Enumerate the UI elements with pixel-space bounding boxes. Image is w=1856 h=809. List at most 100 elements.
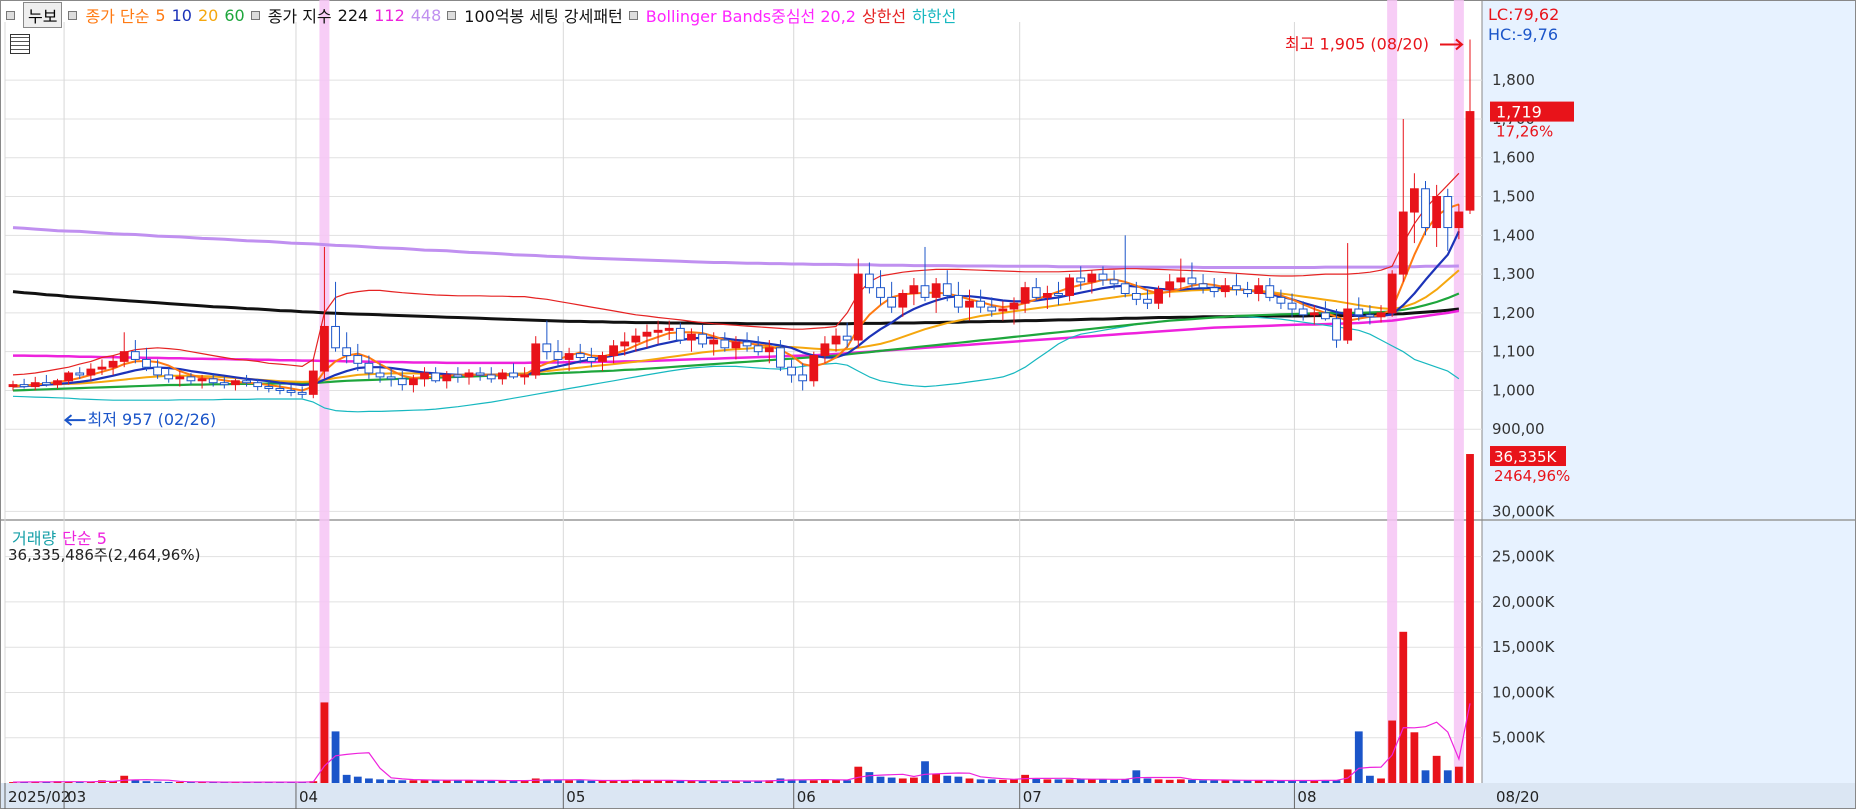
candle-body bbox=[898, 292, 908, 308]
candle-body bbox=[130, 351, 140, 360]
candle-body bbox=[653, 329, 663, 333]
candle-body bbox=[8, 384, 18, 388]
volume-bar bbox=[987, 779, 996, 783]
volume-bar bbox=[798, 780, 807, 783]
volume-bar bbox=[353, 776, 362, 783]
y-tick-label: 1,500 bbox=[1492, 188, 1535, 206]
volume-bar bbox=[976, 779, 985, 783]
candle-body bbox=[1343, 308, 1353, 341]
candle-body bbox=[1243, 289, 1252, 294]
volume-bar bbox=[1043, 779, 1052, 783]
candle-body bbox=[342, 347, 352, 357]
candle-body bbox=[909, 285, 919, 294]
x-axis-panel bbox=[0, 783, 1856, 809]
highlight-band bbox=[1387, 0, 1398, 783]
candle-body bbox=[687, 333, 696, 341]
candle-body bbox=[865, 273, 874, 289]
volume-tag-change: 2464,96% bbox=[1494, 467, 1570, 485]
candle-body bbox=[1087, 273, 1097, 283]
volume-bar bbox=[487, 780, 496, 783]
y-tick-label: 1,800 bbox=[1492, 71, 1535, 89]
candle-body bbox=[931, 283, 941, 298]
volume-bar bbox=[554, 780, 562, 783]
candle-body bbox=[876, 287, 885, 298]
candle-body bbox=[776, 347, 785, 368]
volume-bar bbox=[342, 774, 351, 783]
volume-bar bbox=[1143, 778, 1152, 783]
volume-bar bbox=[1466, 454, 1474, 783]
candle-body bbox=[475, 372, 485, 376]
y-tick-label: 1,600 bbox=[1492, 149, 1535, 167]
chart-window: { "toolbar": { "nubo_label": "누보", "ma_l… bbox=[0, 0, 1856, 809]
volume-bar bbox=[1054, 779, 1063, 783]
candle-body bbox=[231, 380, 240, 386]
candle-body bbox=[409, 378, 418, 386]
candle-body bbox=[1443, 196, 1453, 229]
candle-body bbox=[542, 343, 552, 353]
candle-body bbox=[1265, 285, 1275, 298]
candle-body bbox=[86, 368, 96, 376]
candle-body bbox=[598, 355, 607, 362]
legend-toggle-icon[interactable] bbox=[250, 10, 260, 20]
candle-body bbox=[887, 296, 897, 308]
y-tick-label: 1,100 bbox=[1492, 343, 1535, 361]
candle-body bbox=[1065, 277, 1074, 296]
volume-bar bbox=[387, 779, 396, 783]
candle-body bbox=[953, 294, 963, 308]
candle-body bbox=[787, 366, 796, 376]
candle-body bbox=[397, 378, 407, 386]
candle-body bbox=[197, 378, 207, 382]
chart-canvas[interactable]: 1,8001,7001,6001,5001,4001,3001,2001,100… bbox=[0, 0, 1856, 809]
candle-body bbox=[742, 341, 752, 347]
highlight-band bbox=[319, 0, 330, 783]
candle-body bbox=[431, 372, 441, 382]
volume-bar bbox=[1032, 778, 1041, 783]
x-tick-label: 08 bbox=[1297, 788, 1316, 806]
candle-body bbox=[942, 283, 952, 296]
candle-body bbox=[753, 345, 763, 353]
volume-bar bbox=[409, 780, 418, 783]
legend-toggle-icon[interactable] bbox=[6, 10, 15, 20]
candle-body bbox=[275, 388, 285, 391]
candle-body bbox=[253, 382, 263, 388]
high-annotation: 최고 1,905 (08/20) bbox=[1285, 34, 1429, 53]
ma5-label: 5 bbox=[155, 5, 166, 25]
candle-body bbox=[1131, 292, 1141, 300]
volume-bar bbox=[1265, 780, 1274, 783]
volume-bar bbox=[809, 780, 818, 783]
y-tick-label: 5,000K bbox=[1492, 729, 1546, 747]
y-tick-label: 900,00 bbox=[1492, 420, 1545, 438]
idx-label[interactable]: 종가 지수 bbox=[268, 3, 332, 27]
candle-body bbox=[1009, 302, 1019, 310]
candle-body bbox=[1232, 285, 1241, 291]
candle-body bbox=[1287, 302, 1297, 310]
volume-bar bbox=[1210, 780, 1219, 783]
candle-body bbox=[264, 386, 274, 390]
legend-toggle-icon[interactable] bbox=[447, 10, 457, 20]
bb-label[interactable]: Bollinger Bands중심선 20,2 bbox=[646, 3, 856, 27]
candle-body bbox=[631, 335, 641, 343]
stock-name-button[interactable]: 누보 bbox=[23, 2, 63, 28]
volume-bar bbox=[876, 776, 885, 783]
pattern-label[interactable]: 100억봉 세팅 강세패턴 bbox=[464, 3, 622, 27]
candle-body bbox=[675, 327, 685, 341]
ma-label[interactable]: 종가 단순 bbox=[85, 3, 149, 27]
candle-body bbox=[142, 358, 151, 368]
volume-bar bbox=[910, 777, 918, 783]
bb-lower-label: 하한선 bbox=[912, 7, 957, 26]
candle-body bbox=[731, 341, 741, 349]
candle-body bbox=[709, 339, 719, 345]
volume-bar bbox=[1010, 779, 1018, 783]
candle-body bbox=[798, 374, 808, 382]
legend-toggle-icon[interactable] bbox=[68, 10, 78, 20]
candle-body bbox=[1120, 283, 1130, 294]
grid-table-icon[interactable] bbox=[10, 34, 30, 54]
y-tick-label: 1,300 bbox=[1492, 265, 1535, 283]
legend-toggle-icon[interactable] bbox=[628, 10, 638, 20]
candle-body bbox=[442, 374, 452, 382]
candle-body bbox=[375, 372, 385, 378]
candle-body bbox=[620, 341, 630, 347]
volume-bar bbox=[1154, 779, 1163, 783]
y-tick-label: 20,000K bbox=[1492, 593, 1555, 611]
volume-bar bbox=[720, 781, 729, 783]
